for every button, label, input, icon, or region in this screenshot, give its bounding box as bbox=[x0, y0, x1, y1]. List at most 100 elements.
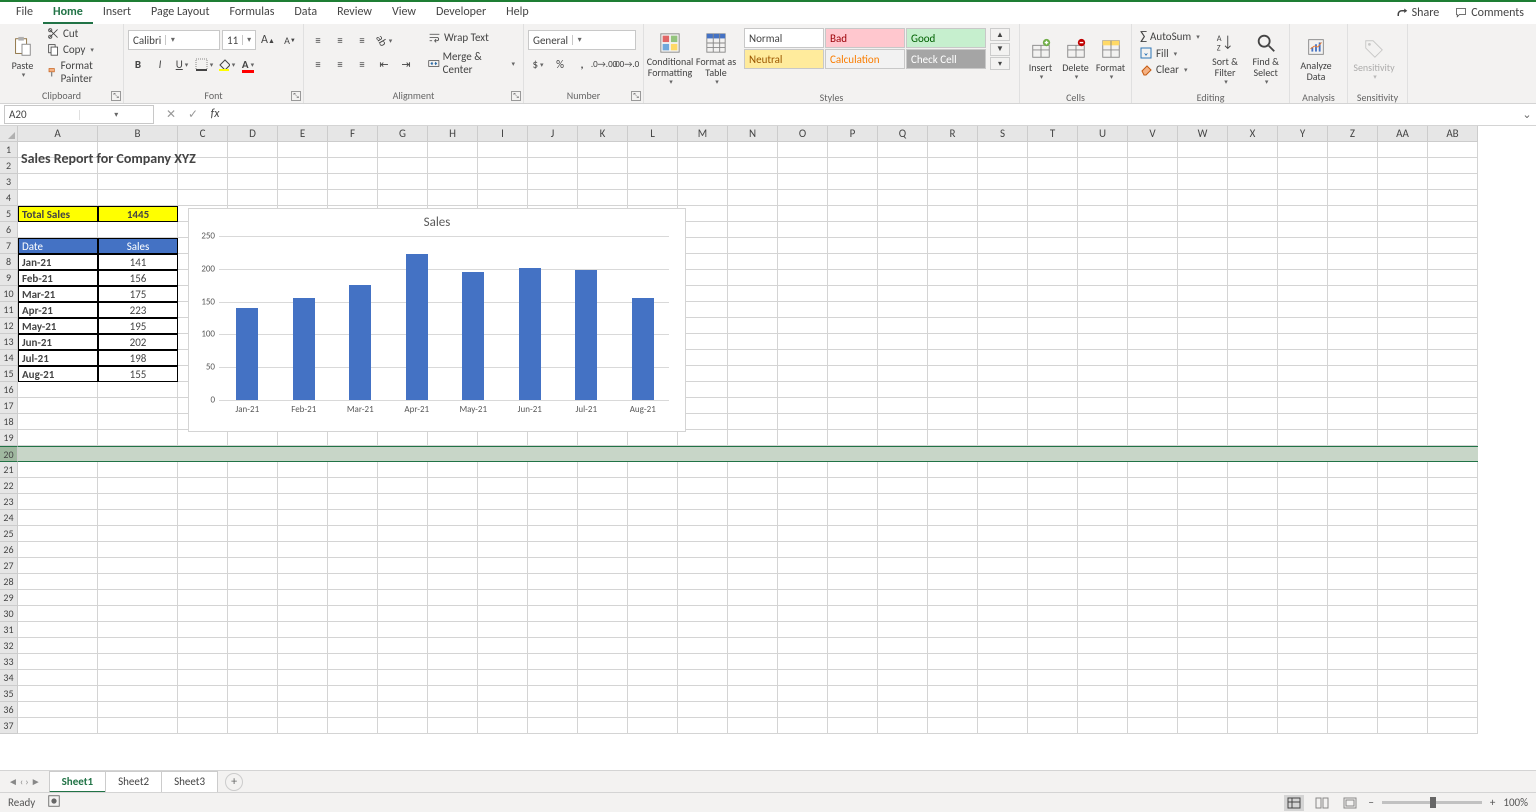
table-row[interactable]: Jan-21 bbox=[18, 254, 98, 270]
row-header[interactable]: 31 bbox=[0, 622, 18, 638]
row-header[interactable]: 37 bbox=[0, 718, 18, 734]
table-row[interactable]: Jun-21 bbox=[18, 334, 98, 350]
normal-view-button[interactable] bbox=[1284, 795, 1304, 811]
row-header[interactable]: 9 bbox=[0, 270, 18, 286]
menu-tab-page-layout[interactable]: Page Layout bbox=[141, 2, 219, 24]
table-header[interactable]: Sales bbox=[98, 238, 178, 254]
column-header[interactable]: S bbox=[978, 126, 1028, 142]
tab-nav-last[interactable]: ► bbox=[31, 775, 41, 788]
row-header[interactable]: 21 bbox=[0, 462, 18, 478]
zoom-out-button[interactable]: − bbox=[1368, 796, 1373, 809]
column-header[interactable]: AB bbox=[1428, 126, 1478, 142]
align-bottom-button[interactable]: ≡ bbox=[352, 30, 372, 50]
format-cells-button[interactable]: Format bbox=[1094, 28, 1127, 90]
dialog-launcher-icon[interactable]: ⤡ bbox=[631, 91, 641, 101]
row-header[interactable]: 28 bbox=[0, 574, 18, 590]
fill-color-button[interactable] bbox=[216, 54, 236, 74]
dialog-launcher-icon[interactable]: ⤡ bbox=[511, 91, 521, 101]
styles-scroll-up[interactable]: ▲ bbox=[990, 28, 1010, 41]
column-header[interactable]: K bbox=[578, 126, 628, 142]
grow-font-button[interactable]: A▲ bbox=[258, 30, 278, 50]
sheet-tab[interactable]: Sheet2 bbox=[105, 771, 162, 793]
row-header[interactable]: 25 bbox=[0, 526, 18, 542]
merge-center-button[interactable]: Merge & Center bbox=[424, 49, 519, 77]
chart-bar[interactable] bbox=[236, 308, 258, 400]
row-header[interactable]: 33 bbox=[0, 654, 18, 670]
table-row[interactable]: May-21 bbox=[18, 318, 98, 334]
column-header[interactable]: A bbox=[18, 126, 98, 142]
expand-formula-bar[interactable]: ⌄ bbox=[1518, 108, 1536, 121]
column-header[interactable]: M bbox=[678, 126, 728, 142]
column-header[interactable]: X bbox=[1228, 126, 1278, 142]
dialog-launcher-icon[interactable]: ⤡ bbox=[111, 91, 121, 101]
table-row[interactable]: 223 bbox=[98, 302, 178, 318]
tab-nav-prev[interactable]: ‹ bbox=[20, 775, 23, 788]
row-header[interactable]: 5 bbox=[0, 206, 18, 222]
underline-button[interactable]: U bbox=[172, 54, 192, 74]
orientation-button[interactable]: ab bbox=[374, 30, 394, 50]
align-middle-button[interactable]: ≡ bbox=[330, 30, 350, 50]
sheet-tab[interactable]: Sheet3 bbox=[161, 771, 218, 793]
chevron-down-icon[interactable]: ▾ bbox=[165, 35, 179, 45]
column-header[interactable]: L bbox=[628, 126, 678, 142]
cut-button[interactable]: Cut bbox=[43, 26, 119, 41]
title-cell[interactable]: Sales Report for Company XYZ bbox=[18, 142, 418, 174]
table-row[interactable]: 141 bbox=[98, 254, 178, 270]
decrease-decimal-button[interactable]: .00→.0 bbox=[616, 54, 636, 74]
increase-decimal-button[interactable]: .0→.00 bbox=[594, 54, 614, 74]
row-header[interactable]: 19 bbox=[0, 430, 18, 446]
autosum-button[interactable]: ∑AutoSum bbox=[1136, 28, 1204, 45]
row-header[interactable]: 3 bbox=[0, 174, 18, 190]
comments-button[interactable]: Comments bbox=[1449, 4, 1530, 22]
row-header[interactable]: 10 bbox=[0, 286, 18, 302]
clear-button[interactable]: Clear bbox=[1136, 62, 1204, 77]
row-header[interactable]: 7 bbox=[0, 238, 18, 254]
row-header[interactable]: 6 bbox=[0, 222, 18, 238]
name-box[interactable]: A20▾ bbox=[4, 105, 154, 124]
insert-cells-button[interactable]: Insert bbox=[1024, 28, 1057, 90]
table-row[interactable]: 156 bbox=[98, 270, 178, 286]
font-size-select[interactable]: 11▾ bbox=[222, 30, 256, 50]
copy-button[interactable]: Copy bbox=[43, 42, 119, 57]
column-header[interactable]: B bbox=[98, 126, 178, 142]
chart-bar[interactable] bbox=[519, 268, 541, 401]
percent-format-button[interactable]: % bbox=[550, 54, 570, 74]
menu-tab-help[interactable]: Help bbox=[496, 2, 539, 24]
column-header[interactable]: F bbox=[328, 126, 378, 142]
styles-scroll-down[interactable]: ▼ bbox=[990, 43, 1010, 56]
column-header[interactable]: V bbox=[1128, 126, 1178, 142]
row-header[interactable]: 4 bbox=[0, 190, 18, 206]
page-layout-view-button[interactable] bbox=[1312, 795, 1332, 811]
column-header[interactable]: H bbox=[428, 126, 478, 142]
chart-bar[interactable] bbox=[632, 298, 654, 400]
column-header[interactable]: I bbox=[478, 126, 528, 142]
align-right-button[interactable]: ≡ bbox=[352, 54, 372, 74]
column-header[interactable]: G bbox=[378, 126, 428, 142]
cancel-formula-button[interactable]: ✕ bbox=[160, 107, 182, 122]
table-row[interactable]: Aug-21 bbox=[18, 366, 98, 382]
column-header[interactable]: R bbox=[928, 126, 978, 142]
wrap-text-button[interactable]: Wrap Text bbox=[424, 30, 519, 45]
menu-tab-data[interactable]: Data bbox=[284, 2, 327, 24]
row-header[interactable]: 35 bbox=[0, 686, 18, 702]
sensitivity-button[interactable]: Sensitivity bbox=[1352, 28, 1396, 90]
row-header[interactable]: 20 bbox=[0, 446, 18, 462]
row-header[interactable]: 8 bbox=[0, 254, 18, 270]
column-header[interactable]: Q bbox=[878, 126, 928, 142]
column-header[interactable]: AA bbox=[1378, 126, 1428, 142]
chart-bar[interactable] bbox=[462, 272, 484, 400]
sort-filter-button[interactable]: AZ Sort & Filter bbox=[1206, 28, 1245, 90]
total-label-cell[interactable]: Total Sales bbox=[18, 206, 98, 222]
zoom-slider[interactable] bbox=[1382, 801, 1482, 804]
row-header[interactable]: 24 bbox=[0, 510, 18, 526]
new-sheet-button[interactable]: + bbox=[225, 773, 243, 791]
row-header[interactable]: 11 bbox=[0, 302, 18, 318]
table-row[interactable]: Jul-21 bbox=[18, 350, 98, 366]
select-all-button[interactable] bbox=[0, 126, 18, 142]
chart-bar[interactable] bbox=[293, 298, 315, 400]
zoom-level[interactable]: 100% bbox=[1503, 796, 1528, 809]
number-format-select[interactable]: General▾ bbox=[528, 30, 636, 50]
align-center-button[interactable]: ≡ bbox=[330, 54, 350, 74]
table-row[interactable]: 155 bbox=[98, 366, 178, 382]
table-row[interactable]: Apr-21 bbox=[18, 302, 98, 318]
